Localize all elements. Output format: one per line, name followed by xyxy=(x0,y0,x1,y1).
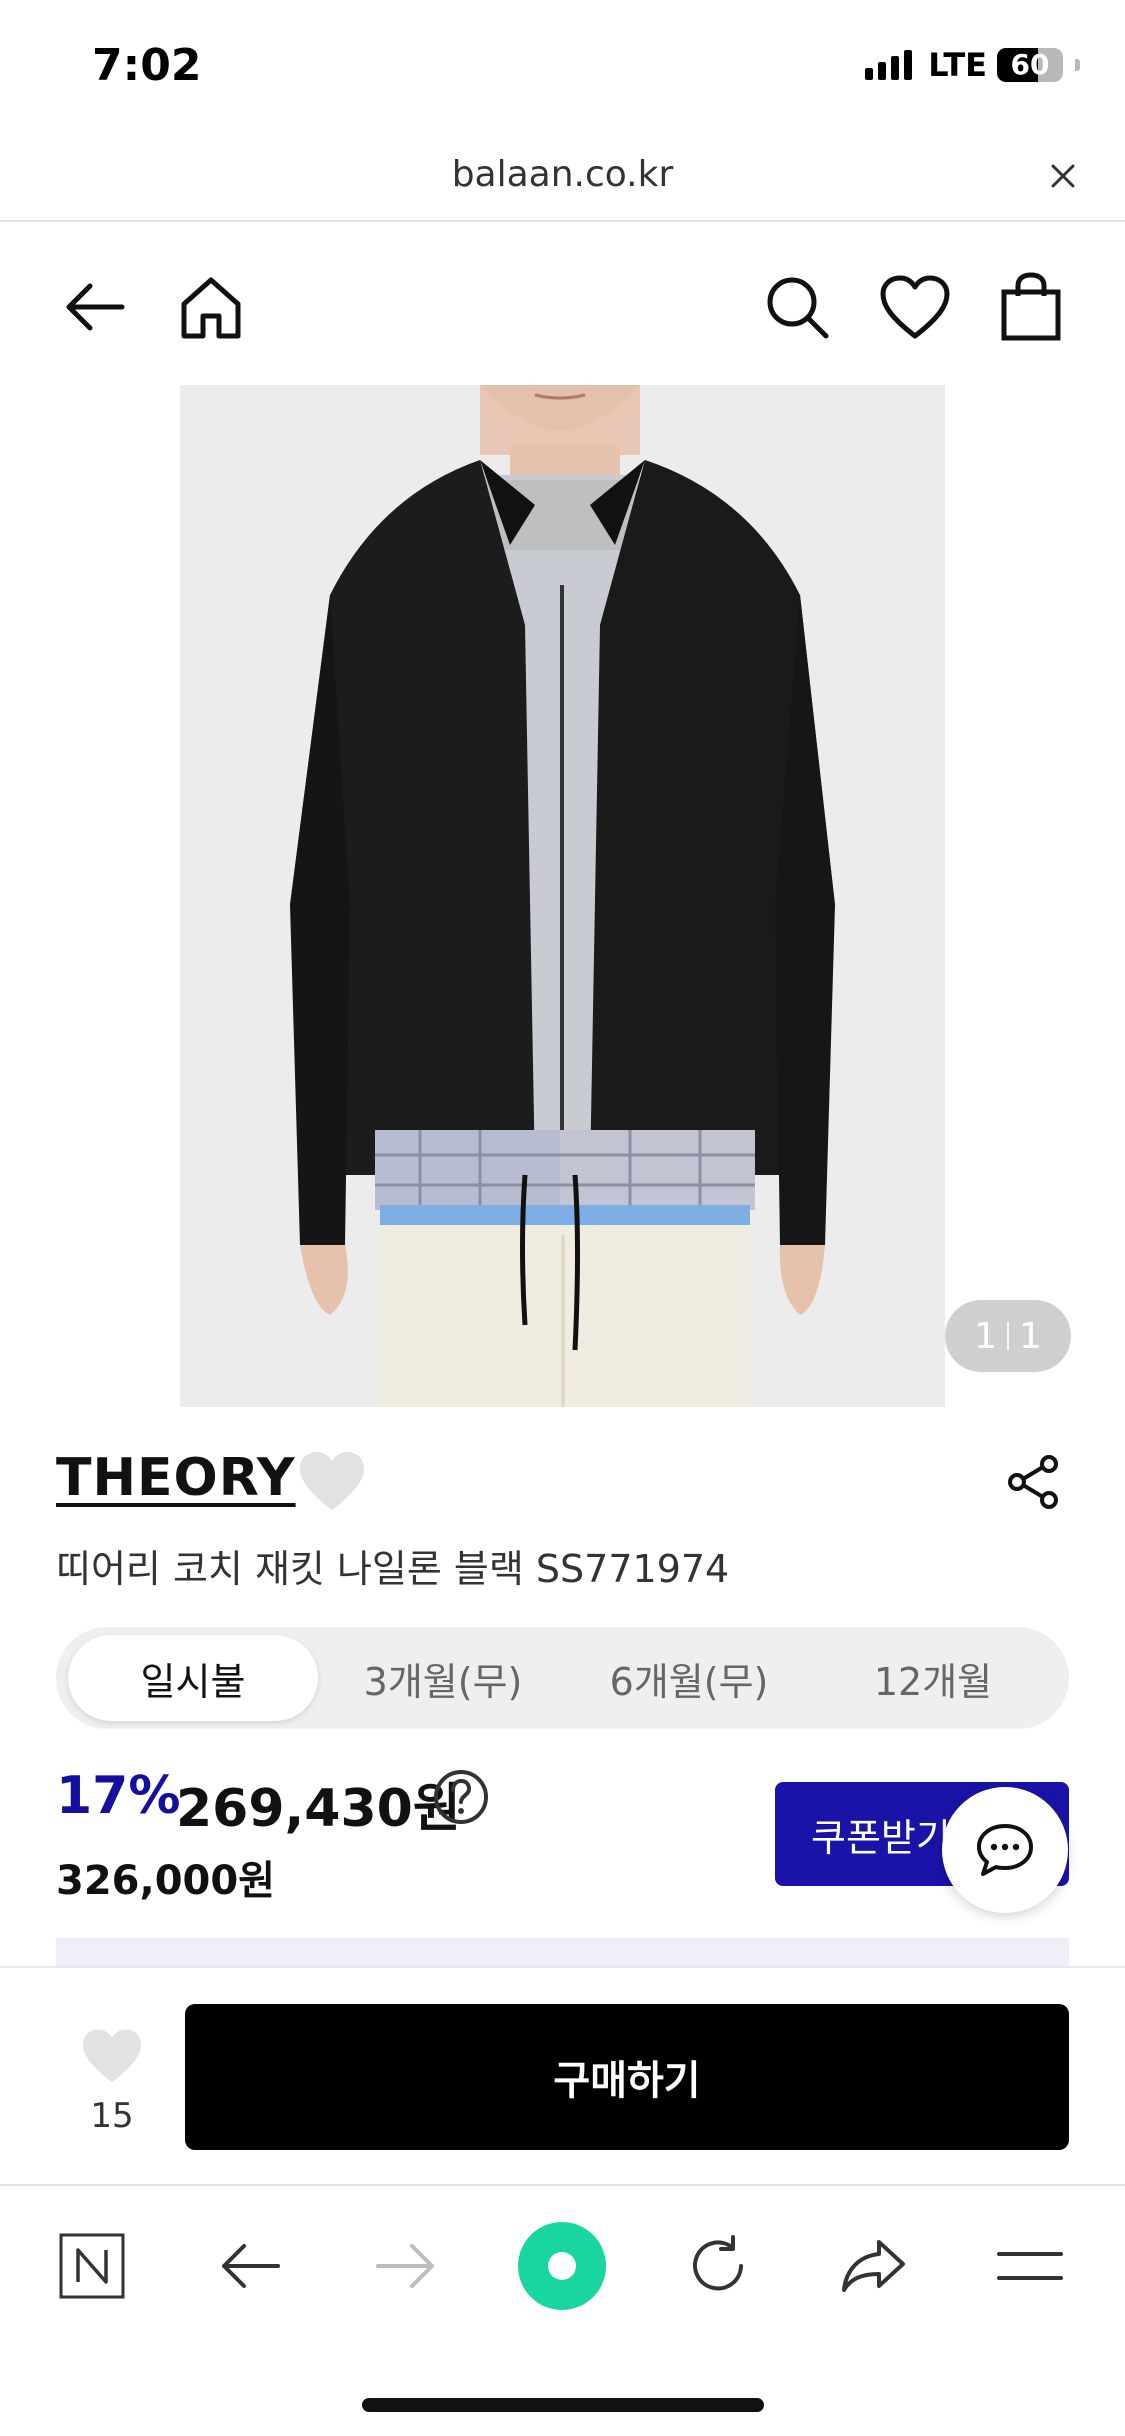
url-text[interactable]: balaan.co.kr xyxy=(0,154,1125,195)
battery-level: 60 xyxy=(1010,48,1050,81)
heart-icon[interactable] xyxy=(870,262,960,352)
home-indicator xyxy=(362,2398,764,2412)
tab-installment-6-months[interactable]: 6개월(무) xyxy=(564,1635,814,1721)
home-icon[interactable] xyxy=(166,262,256,352)
browser-back-icon[interactable] xyxy=(200,2216,300,2316)
sale-price: 269,430원 xyxy=(176,1779,461,1839)
product-image[interactable] xyxy=(180,385,945,1407)
brand-name[interactable]: THEORY xyxy=(56,1448,296,1508)
purchase-bar: 15 구매하기 xyxy=(0,1966,1125,2184)
signal-icon xyxy=(865,50,913,80)
tab-installment-lump-sum[interactable]: 일시불 xyxy=(68,1635,318,1721)
menu-icon[interactable] xyxy=(980,2216,1080,2316)
installment-tabs: 일시불 3개월(무) 6개월(무) 12개월 xyxy=(56,1627,1069,1729)
chat-bubble-icon xyxy=(977,1824,1033,1876)
reload-icon[interactable] xyxy=(668,2216,768,2316)
chat-button[interactable] xyxy=(942,1787,1068,1913)
like-button[interactable] xyxy=(72,2026,152,2090)
image-counter-current: 1 xyxy=(974,1315,997,1357)
discount-rate: 17% xyxy=(56,1766,181,1826)
tab-installment-12-months[interactable]: 12개월 xyxy=(808,1635,1058,1721)
site-header xyxy=(0,262,1125,352)
browser-forward-icon[interactable] xyxy=(356,2216,456,2316)
shopping-bag-icon[interactable] xyxy=(986,262,1076,352)
help-icon[interactable] xyxy=(432,1768,490,1826)
share-icon[interactable] xyxy=(1003,1452,1063,1512)
content-strip xyxy=(56,1938,1069,1968)
back-arrow-icon[interactable] xyxy=(50,262,140,352)
heart-icon xyxy=(82,2029,142,2083)
green-dot-icon[interactable] xyxy=(512,2216,612,2316)
url-bar: balaan.co.kr xyxy=(0,140,1125,222)
original-price: 326,000원 xyxy=(56,1858,275,1904)
tab-installment-3-months[interactable]: 3개월(무) xyxy=(318,1635,568,1721)
naver-n-icon[interactable] xyxy=(42,2216,142,2316)
status-time: 7:02 xyxy=(92,40,202,91)
buy-button[interactable]: 구매하기 xyxy=(185,2004,1069,2150)
image-counter: 1 1 xyxy=(945,1300,1071,1372)
image-counter-total: 1 xyxy=(1019,1315,1042,1357)
like-count: 15 xyxy=(90,2096,134,2136)
search-icon[interactable] xyxy=(752,262,842,352)
status-bar: 7:02 LTE 60 xyxy=(0,0,1125,135)
share-arrow-icon[interactable] xyxy=(824,2216,924,2316)
close-icon[interactable] xyxy=(1041,154,1085,198)
product-title: 띠어리 코치 재킷 나일론 블랙 SS771974 xyxy=(56,1547,730,1591)
battery-icon: 60 xyxy=(997,48,1063,82)
brand-like-heart-icon[interactable] xyxy=(296,1448,368,1514)
status-indicators: LTE 60 xyxy=(865,46,1080,84)
network-label: LTE xyxy=(928,46,987,84)
